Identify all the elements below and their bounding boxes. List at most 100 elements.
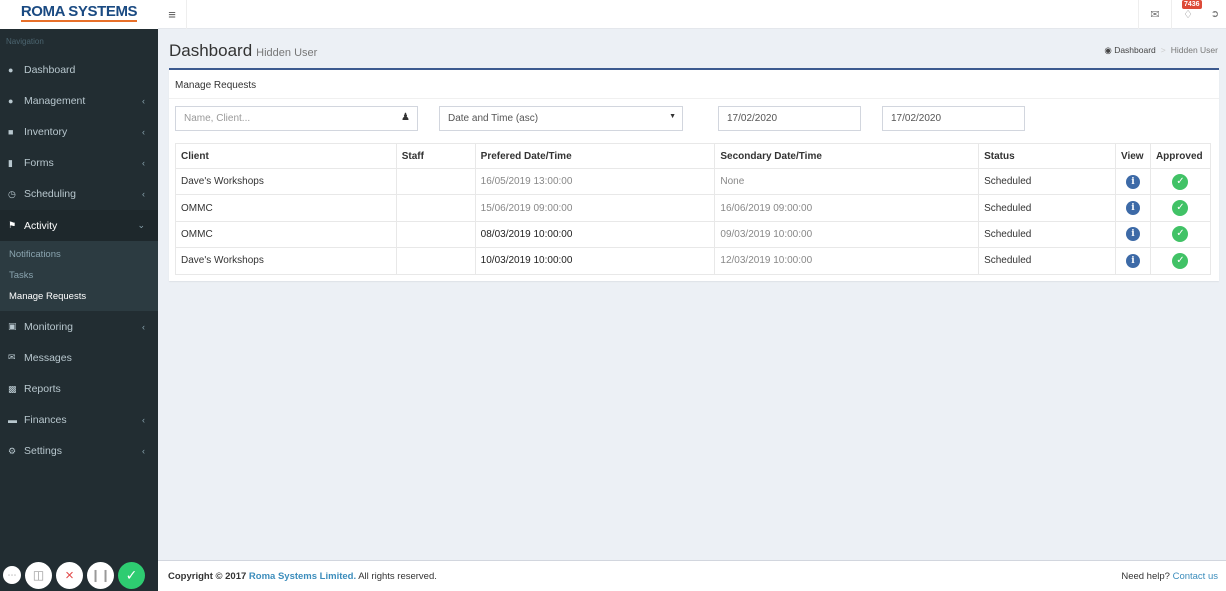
info-icon[interactable]: i (1125, 201, 1140, 216)
manage-requests-panel: Manage Requests Name, Client... ♟ Date a… (169, 68, 1219, 281)
cell-view: i (1114, 247, 1151, 275)
sidebar-item-label: Messages (24, 351, 72, 364)
column-header-approved[interactable]: Approved (1149, 143, 1212, 169)
gear-icon: ⚙ (8, 445, 17, 456)
info-icon[interactable]: i (1125, 227, 1140, 242)
cell-approved: ✓ (1149, 194, 1212, 222)
contact-us-link[interactable]: Contact us (1173, 571, 1218, 582)
cell-staff (395, 247, 476, 275)
bar-chart-icon: ▩ (8, 383, 17, 394)
help-text: Need help? (1121, 570, 1170, 582)
cell-view: i (1114, 167, 1151, 196)
nav-header: Navigation (6, 37, 44, 46)
cell-client: Dave's Workshops (175, 167, 397, 196)
sidebar-item-inventory[interactable]: ■ Inventory ‹ (0, 116, 158, 147)
sidebar-item-settings[interactable]: ⚙ Settings ‹ (0, 436, 158, 467)
dashboard-icon: ● (8, 64, 14, 75)
copyright-prefix: Copyright © 2017 (168, 570, 247, 582)
breadcrumb-separator: > (1160, 45, 1166, 55)
check-icon[interactable]: ✓ (1172, 173, 1189, 190)
caret-down-icon: ▼ (669, 113, 676, 120)
confirm-check-icon[interactable]: ✓ (118, 561, 145, 589)
cell-secondary: None (714, 167, 980, 196)
more-options-icon[interactable]: ⋯ (3, 566, 21, 584)
close-icon[interactable]: × (56, 561, 83, 589)
cell-preferred: 08/03/2019 10:00:00 (474, 220, 716, 249)
sort-select-value: Date and Time (asc) (448, 113, 539, 124)
top-icons: ✉ ♢ 7436 ➲ (1138, 0, 1226, 29)
sidebar-item-dashboard[interactable]: ● Dashboard (0, 54, 158, 85)
sidebar-item-reports[interactable]: ▩ Reports (0, 374, 158, 405)
column-header-status[interactable]: Status (978, 143, 1116, 169)
top-navbar: ≡ ✉ ♢ 7436 ➲ (158, 0, 1226, 29)
table-row: Dave's Workshops 10/03/2019 10:00:00 12/… (175, 247, 1212, 275)
submenu-item-notifications[interactable]: Notifications (0, 244, 158, 265)
column-header-secondary[interactable]: Secondary Date/Time (714, 143, 980, 169)
name-client-placeholder: Name, Client... (184, 113, 251, 124)
pause-icon[interactable]: ❙❙ (87, 561, 114, 589)
sidebar-item-monitoring[interactable]: ▣ Monitoring ‹ (0, 311, 158, 342)
check-icon[interactable]: ✓ (1172, 226, 1189, 243)
sidebar-item-management[interactable]: ● Management ‹ (0, 85, 158, 116)
submenu-item-tasks[interactable]: Tasks (0, 265, 158, 286)
envelope-icon[interactable]: ✉ (1138, 0, 1171, 29)
info-icon[interactable]: i (1125, 253, 1140, 268)
name-client-search-input[interactable]: Name, Client... ♟ (175, 106, 418, 131)
circle-icon: ● (8, 95, 14, 106)
column-header-client[interactable]: Client (175, 143, 397, 169)
sidebar-item-label: Monitoring (24, 320, 74, 333)
cell-status: Scheduled (978, 167, 1116, 196)
company-link[interactable]: Roma Systems Limited. (249, 571, 356, 582)
cell-approved: ✓ (1149, 247, 1212, 275)
main-content: Dashboard Hidden User ◉ Dashboard > Hidden … (158, 29, 1226, 560)
filter-bar: Name, Client... ♟ Date and Time (asc) ▼ … (175, 106, 1215, 132)
chevron-left-icon: ‹ (142, 158, 145, 169)
chevron-left-icon: ‹ (142, 446, 145, 457)
date-to-input[interactable]: 17/02/2020 (882, 106, 1025, 131)
sidebar: Navigation ● Dashboard ● Management ‹ ■ … (0, 29, 158, 591)
footer: Copyright © 2017 Roma Systems Limited. A… (158, 560, 1226, 591)
cell-staff (395, 194, 476, 222)
chevron-left-icon: ‹ (142, 189, 145, 200)
table-row: OMMC 15/06/2019 09:00:00 16/06/2019 09:0… (175, 194, 1212, 222)
panel-title: Manage Requests (169, 70, 1219, 99)
sidebar-item-scheduling[interactable]: ◷ Scheduling ‹ (0, 179, 158, 210)
cell-secondary: 12/03/2019 10:00:00 (714, 247, 980, 275)
chevron-left-icon: ‹ (142, 95, 145, 106)
sidebar-item-label: Management (24, 94, 86, 107)
sign-out-icon[interactable]: ➲ (1204, 0, 1226, 29)
cell-client: OMMC (175, 194, 397, 222)
column-header-view[interactable]: View (1114, 143, 1151, 169)
column-header-preferred[interactable]: Prefered Date/Time (474, 143, 716, 169)
cell-preferred: 16/05/2019 13:00:00 (474, 167, 716, 196)
breadcrumb-link-dashboard[interactable]: Dashboard (1114, 45, 1156, 55)
sidebar-item-label: Dashboard (24, 63, 76, 76)
clock-icon: ◷ (8, 188, 16, 199)
sidebar-item-label: Scheduling (24, 188, 76, 201)
sidebar-item-activity[interactable]: ⚑ Activity ⌄ (0, 209, 158, 242)
notification-badge: 7436 (1182, 0, 1202, 9)
cell-view: i (1114, 220, 1151, 249)
info-icon[interactable]: i (1125, 174, 1140, 189)
date-from-input[interactable]: 17/02/2020 (718, 106, 861, 131)
check-icon[interactable]: ✓ (1172, 252, 1189, 269)
bell-icon[interactable]: ♢ 7436 (1171, 0, 1204, 29)
chevron-down-icon: ⌄ (137, 220, 145, 231)
column-header-staff[interactable]: Staff (395, 143, 476, 169)
breadcrumb: ◉ Dashboard > Hidden User (1104, 45, 1218, 56)
check-icon[interactable]: ✓ (1172, 200, 1189, 217)
sort-select[interactable]: Date and Time (asc) ▼ (439, 106, 683, 131)
cell-status: Scheduled (978, 247, 1116, 275)
brand-logo[interactable]: ROMA SYSTEMS (0, 0, 158, 29)
sidebar-item-forms[interactable]: ▮ Forms ‹ (0, 148, 158, 179)
brand-name: ROMA SYSTEMS (20, 3, 138, 22)
cell-status: Scheduled (978, 194, 1116, 222)
camera-icon[interactable]: ◫ (25, 561, 52, 589)
chevron-left-icon: ‹ (142, 415, 145, 426)
sidebar-item-messages[interactable]: ✉ Messages (0, 342, 158, 373)
submenu-item-manage-requests[interactable]: Manage Requests (0, 286, 158, 307)
hamburger-icon[interactable]: ≡ (158, 0, 187, 29)
sidebar-item-finances[interactable]: ▬ Finances ‹ (0, 405, 158, 436)
table-header-row: Client Staff Prefered Date/Time Secondar… (175, 143, 1212, 169)
dashboard-icon: ◉ (1104, 45, 1112, 55)
